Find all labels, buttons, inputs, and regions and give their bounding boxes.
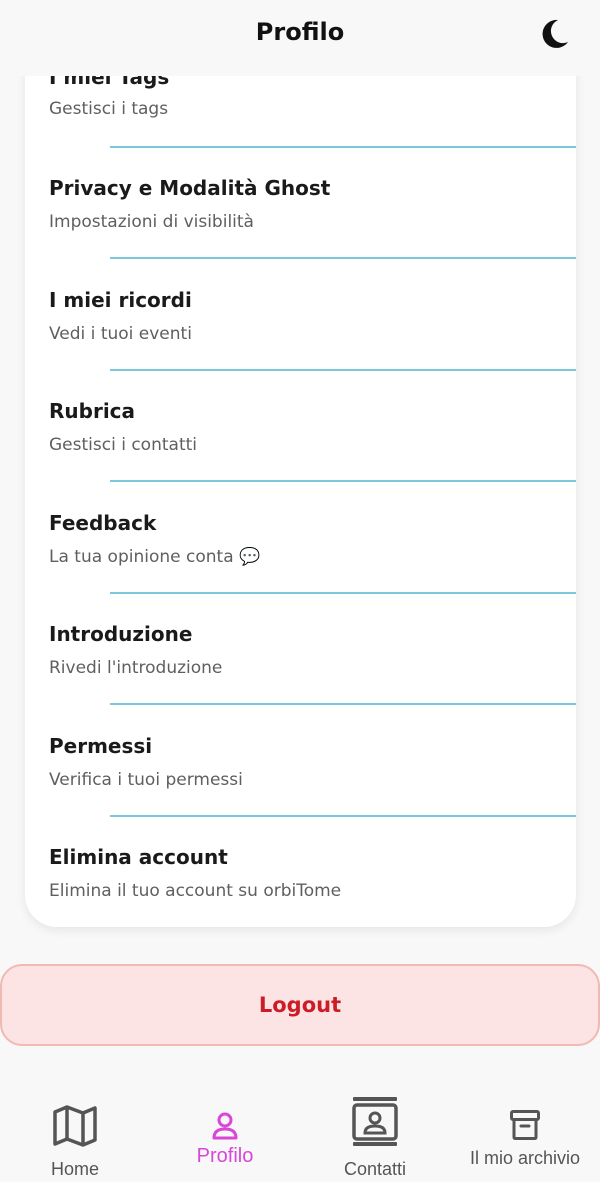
menu-item-subtitle: Verifica i tuoi permessi [49, 770, 243, 790]
menu-item-title: Permessi [49, 734, 153, 758]
menu-item-title: Privacy e Modalità Ghost [49, 176, 331, 200]
divider [110, 703, 576, 705]
menu-item-introduction[interactable]: Introduzione Rivedi l'introduzione [25, 622, 576, 734]
menu-item-subtitle: Gestisci i tags [49, 99, 169, 119]
logout-button[interactable]: Logout [0, 964, 600, 1046]
menu-item-feedback[interactable]: Feedback La tua opinione conta 💬 [25, 511, 576, 623]
nav-label-home: Home [50, 1159, 99, 1179]
contacts-icon [352, 1097, 398, 1146]
nav-label-profile: Profilo [196, 1145, 254, 1167]
app-header: Profilo [0, 0, 600, 76]
menu-item-subtitle: Gestisci i contatti [49, 435, 197, 455]
menu-item-tags[interactable]: I miei Tags Gestisci i tags [25, 65, 576, 177]
divider [110, 815, 576, 817]
menu-item-delete-account[interactable]: Elimina account Elimina il tuo account s… [25, 845, 576, 927]
menu-item-subtitle: Vedi i tuoi eventi [49, 324, 192, 344]
moon-icon [542, 19, 568, 48]
bottom-nav: Home Profilo Contatti Il mio archivio [0, 1082, 600, 1182]
menu-item-subtitle: Elimina il tuo account su orbiTome [49, 881, 342, 901]
menu-item-subtitle: Impostazioni di visibilità [49, 212, 254, 232]
menu-item-permissions[interactable]: Permessi Verifica i tuoi permessi [25, 734, 576, 846]
page-title: Profilo [255, 18, 345, 46]
menu-item-contacts[interactable]: Rubrica Gestisci i contatti [25, 399, 576, 511]
menu-item-title: Elimina account [49, 845, 228, 869]
settings-card: I miei Tags Gestisci i tags Privacy e Mo… [25, 30, 576, 927]
nav-label-contacts: Contatti [343, 1159, 407, 1179]
archive-icon [510, 1110, 540, 1140]
nav-archive[interactable]: Il mio archivio [460, 1082, 590, 1182]
menu-item-title: Feedback [49, 511, 157, 535]
nav-label-archive: Il mio archivio [469, 1148, 581, 1168]
menu-item-privacy[interactable]: Privacy e Modalità Ghost Impostazioni di… [25, 176, 576, 288]
nav-profile[interactable]: Profilo [175, 1082, 275, 1182]
logout-label: Logout [258, 993, 342, 1017]
theme-toggle-button[interactable] [538, 18, 570, 50]
menu-item-title: Rubrica [49, 399, 136, 423]
nav-contacts[interactable]: Contatti [325, 1082, 425, 1182]
menu-item-title: Introduzione [49, 622, 193, 646]
menu-item-subtitle: La tua opinione conta 💬 [49, 547, 261, 567]
menu-item-subtitle: Rivedi l'introduzione [49, 658, 223, 678]
menu-item-memories[interactable]: I miei ricordi Vedi i tuoi eventi [25, 288, 576, 400]
map-icon [53, 1105, 97, 1147]
user-icon [212, 1112, 238, 1140]
nav-home[interactable]: Home [25, 1082, 125, 1182]
menu-item-title: I miei ricordi [49, 288, 192, 312]
divider [110, 369, 576, 371]
divider [110, 146, 576, 148]
divider [110, 480, 576, 482]
divider [110, 592, 576, 594]
divider [110, 257, 576, 259]
